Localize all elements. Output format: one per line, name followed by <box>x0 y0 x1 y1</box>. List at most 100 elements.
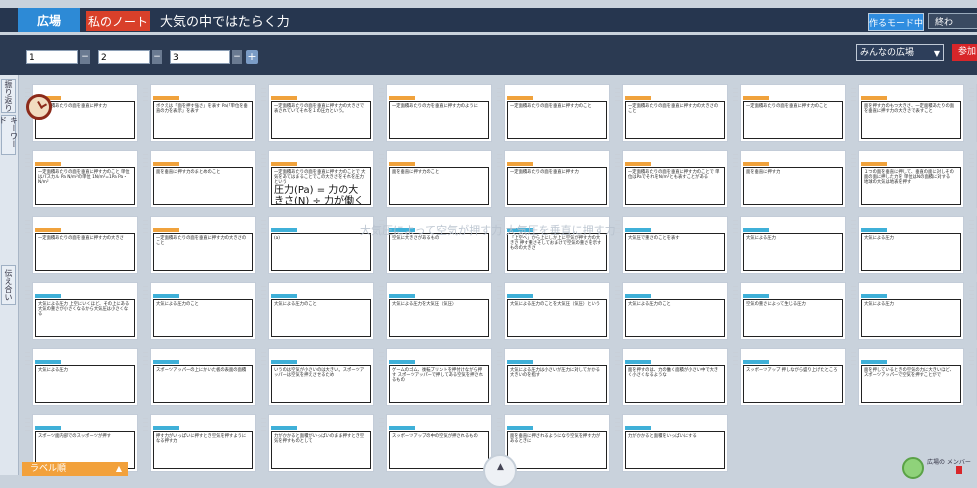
add-column-button[interactable]: + <box>246 50 258 64</box>
note-card[interactable]: 大気による圧力 <box>851 216 964 274</box>
sidebar-tab-keyword[interactable]: キーワード <box>0 115 19 155</box>
column-3-remove-button[interactable]: − <box>232 50 242 64</box>
card-side-lines <box>615 219 622 259</box>
member-icon[interactable] <box>902 457 924 479</box>
note-card[interactable]: 力がかかると面積がいっぱいのまま押すとき空気を押すものとして <box>261 414 374 472</box>
note-card[interactable]: スポーツアッパーの上にかいた板の表面の面積 <box>143 348 256 406</box>
card-label-tag <box>389 162 415 166</box>
card-text: 大気による圧力 上空にいくほど、その上にある大気の重さが小さくなるから大気圧は小… <box>38 302 130 317</box>
tab-my-note[interactable]: 私のノート <box>86 11 150 31</box>
card-body: 一定面積あたりの面を垂直に押す力の大きさで表されていてそれを１の圧力という。 <box>271 101 371 139</box>
note-card[interactable]: 面を押しているときの空気の力に大きいほど、スポーツアッパーで空気を押すことがで <box>851 348 964 406</box>
card-text: 面を垂直に押されるようになり空気を押す力があるときに <box>510 434 601 444</box>
card-text: 大気圧で重さのことを表す <box>628 236 680 241</box>
card-text: 大気による圧力のこと <box>156 302 199 307</box>
note-card[interactable]: 一定面積あたりの面を垂直に押す力の大きさ <box>25 216 138 274</box>
note-card[interactable]: 大気による圧力は小さいが圧力に対してかかる大きいのを指す <box>497 348 610 406</box>
card-body: 大気による圧力 <box>861 233 961 271</box>
label-sort-button[interactable]: ラベル順 ▲ <box>22 462 128 476</box>
card-side-lines <box>25 417 32 457</box>
column-1-remove-button[interactable]: − <box>80 50 90 64</box>
note-card[interactable]: 一定面積あたりの力を垂直に押す力のように <box>379 84 492 142</box>
card-text: 面を押しているときの空気の力に大きいほど、スポーツアッパーで空気を押すことがで <box>864 368 954 378</box>
card-body: スッポーツアップ 押しながら盛り上げたところ <box>743 365 843 403</box>
card-text: 面を垂直に押す力 <box>746 170 781 175</box>
note-card[interactable]: 一定面積あたりの面を垂直に押す力の大きさのこと <box>143 216 256 274</box>
note-card[interactable]: 押す力がいっぱいに押すとき空気を押すようになる押す力 <box>143 414 256 472</box>
column-2-input[interactable]: 2 <box>98 50 150 64</box>
note-card[interactable]: 大気による圧力のことを大気圧（気圧）という <box>497 282 610 340</box>
card-label-tag <box>507 96 533 100</box>
note-card[interactable]: 面を垂直に押す力のまとめのこと <box>143 150 256 208</box>
note-card[interactable]: 面を垂直に押す力のこと <box>379 150 492 208</box>
card-label-tag <box>35 360 61 364</box>
note-card[interactable]: スッポーツアップ 押しながら盛り上げたところ <box>733 348 846 406</box>
card-label-tag <box>35 228 61 232</box>
note-card[interactable]: ボクえは「面を押す強さ」を表す Pa(「単位を垂直の力を表示」を表す <box>143 84 256 142</box>
note-card[interactable]: スッポーツアップの中の空気が押されるもの <box>379 414 492 472</box>
note-card[interactable]: 一定面積あたりの面を垂直に押す力 <box>497 150 610 208</box>
sidebar-tab-reflection[interactable]: 振り返り <box>1 79 16 113</box>
note-card[interactable]: 力がかかると面積をいっぱいにする <box>615 414 728 472</box>
note-card[interactable]: 一定面積あたりの面を垂直に押す力の大きさのこと <box>615 84 728 142</box>
plaza-select[interactable]: みんなの広場 ▼ <box>856 44 944 61</box>
tab-plaza[interactable]: 広場 <box>18 8 80 32</box>
chevron-up-icon: ▲ <box>115 464 122 473</box>
card-text: ボクえは「面を押す強さ」を表す Pa(「単位を垂直の力を表示」を表す <box>156 104 248 114</box>
note-card[interactable]: (a) <box>261 216 374 274</box>
note-card[interactable]: 一定面積あたりの面を垂直に押す力のこと <box>497 84 610 142</box>
join-button[interactable]: 参加 <box>952 44 977 61</box>
note-card[interactable]: いうのは空気が小さいのは大きい。スポーツアッパーは空気を押えさせるため <box>261 348 374 406</box>
card-body: 力がかかると面積をいっぱいにする <box>625 431 725 469</box>
note-card[interactable]: 一定面積あたりの面を垂直に押す力のこと <box>733 84 846 142</box>
card-label-tag <box>743 360 769 364</box>
card-label-tag <box>35 294 61 298</box>
note-card[interactable]: 大気圧で重さのことを表す <box>615 216 728 274</box>
column-1-input[interactable]: 1 <box>26 50 78 64</box>
note-card[interactable]: 大気による圧力 <box>25 348 138 406</box>
note-card[interactable]: 大気による圧力のこと <box>143 282 256 340</box>
card-label-tag <box>507 294 533 298</box>
card-text: ゲームのゴム、後転プリントを押付けながら押す スポーツアッパーで押してある空気を… <box>392 368 483 383</box>
card-label-tag <box>743 294 769 298</box>
card-body: 大気による圧力 上空にいくほど、その上にある大気の重さが小さくなるから大気圧は小… <box>35 299 135 337</box>
note-card[interactable]: 大気による圧力を大気圧（気圧） <box>379 282 492 340</box>
note-card[interactable]: 大気による圧力のこと <box>261 282 374 340</box>
note-card[interactable]: 一定面積あたりの面を垂直に押す力の大きさで表されていてそれを１の圧力という。 <box>261 84 374 142</box>
note-card[interactable]: ゲームのゴム、後転プリントを押付けながら押す スポーツアッパーで押してある空気を… <box>379 348 492 406</box>
note-card[interactable]: 一定面積あたりの面を垂直に押す力のことで 大気をあてはまることでこの大きさをそれ… <box>261 150 374 208</box>
card-body: 押す力がいっぱいに押すとき空気を押すようになる押す力 <box>153 431 253 469</box>
note-card[interactable]: 面を垂直に押す力 <box>733 150 846 208</box>
note-card[interactable]: 一定面積あたりの面を垂直に押す力のこと 単位はパスカル Pa N/m²の単位 1… <box>25 150 138 208</box>
card-body: 一定面積あたりの面を垂直に押す力のことで 単位はPaでそれをN/m²とも表すこと… <box>625 167 725 205</box>
card-label-tag <box>625 426 651 430</box>
card-text: スッポーツアップの中の空気が押されるもの <box>392 434 478 439</box>
note-card[interactable]: 空気の重さによって生じる圧力 <box>733 282 846 340</box>
card-body: 大気による圧力のこと <box>625 299 725 337</box>
note-card[interactable]: 大気による圧力 <box>733 216 846 274</box>
card-side-lines <box>615 417 622 457</box>
create-mode-button[interactable]: 作るモード中 <box>868 13 924 31</box>
card-side-lines <box>497 87 504 127</box>
center-scroll-button[interactable]: ▲ <box>483 454 517 488</box>
card-label-tag <box>507 162 533 166</box>
card-text: スポーツ面内部でのスッポーツが押す <box>38 434 111 439</box>
card-text: 大気による圧力 <box>864 302 894 307</box>
note-card[interactable]: 大気による圧力 上空にいくほど、その上にある大気の重さが小さくなるから大気圧は小… <box>25 282 138 340</box>
column-3-input[interactable]: 3 <box>170 50 230 64</box>
card-grid: 一定面積あたりの面を垂直に押す力 ボクえは「面を押す強さ」を表す Pa(「単位を垂… <box>22 78 977 475</box>
note-card[interactable]: 大気による圧力のこと <box>615 282 728 340</box>
column-2-remove-button[interactable]: − <box>152 50 162 64</box>
sidebar-tab-share[interactable]: 伝え合い <box>1 265 16 305</box>
clock-icon[interactable] <box>26 94 52 120</box>
note-card[interactable]: 面を押す力のもつ大きさ、一定面積あたりの面を垂直に押す力の大きさで表すこと <box>851 84 964 142</box>
card-side-lines <box>379 87 386 127</box>
note-card[interactable]: 大気による圧力 <box>851 282 964 340</box>
note-card[interactable]: 面を押すのは、力の働く面積が小さい中で大きく小さくなるような <box>615 348 728 406</box>
note-card[interactable]: 一定面積あたりの面を垂直に押す力のことで 単位はPaでそれをN/m²とも表すこと… <box>615 150 728 208</box>
note-card[interactable]: 面を垂直に押されるようになり空気を押す力があるときに <box>497 414 610 472</box>
end-button[interactable]: 終わ <box>928 13 977 29</box>
card-side-lines <box>615 285 622 325</box>
card-text: 一定面積あたりの面を垂直に押す力 <box>510 170 579 175</box>
note-card[interactable]: １つの面を垂直に押して、垂直の面に対しその面の面に押した力を 単位はNの面積に対… <box>851 150 964 208</box>
